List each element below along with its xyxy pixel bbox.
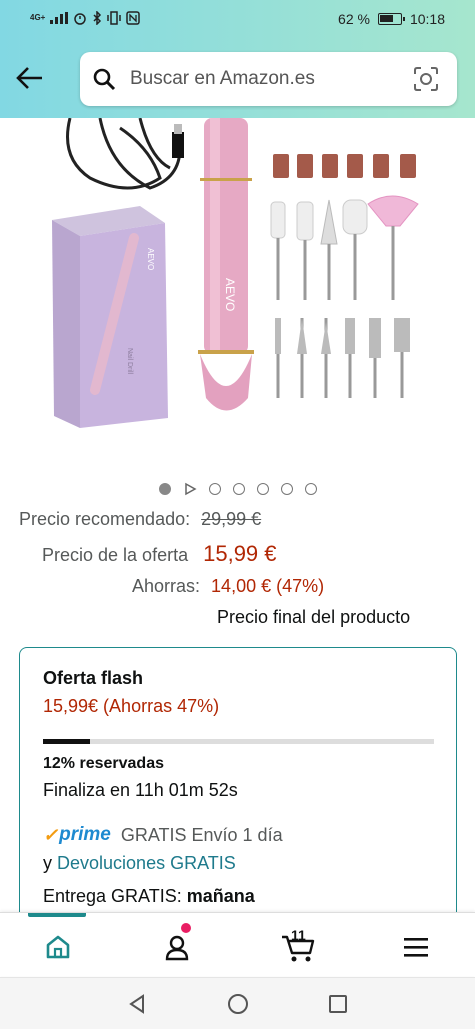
deal-price-label: Precio de la oferta <box>42 545 189 565</box>
image-carousel-dots[interactable] <box>0 480 475 498</box>
flash-deal-title: Oferta flash <box>43 668 144 688</box>
carousel-dot-7[interactable] <box>304 483 317 495</box>
arrow-left-icon[interactable] <box>14 62 46 94</box>
final-price-note: Precio final del producto <box>217 607 411 627</box>
system-back-icon[interactable] <box>125 992 149 1016</box>
signal-icon <box>50 12 69 24</box>
deal-price-row: Precio de la oferta 15,99 € <box>42 541 277 567</box>
system-home-icon[interactable] <box>226 992 250 1016</box>
nav-account[interactable] <box>157 923 197 965</box>
free-returns-link[interactable]: Devoluciones GRATIS <box>57 853 236 873</box>
deal-price: 15,99 € <box>203 541 277 566</box>
nav-menu[interactable] <box>396 929 436 965</box>
status-bar: 4G+ 62 % 10:18 <box>0 0 475 38</box>
vibrate-icon <box>107 11 122 25</box>
nfc-icon <box>126 11 141 25</box>
pen-brand: AEVO <box>223 278 237 311</box>
bluetooth-icon <box>93 11 102 25</box>
list-price: 29,99 € <box>201 509 262 529</box>
battery-percent: 62 % <box>338 11 370 27</box>
system-nav-bar <box>0 977 475 1029</box>
carousel-dot-6[interactable] <box>280 483 293 495</box>
system-recents-icon[interactable] <box>326 992 350 1016</box>
nav-home[interactable] <box>38 929 78 965</box>
prime-shipping: ✓ prime GRATIS Envío 1 día <box>43 824 283 846</box>
search-bar[interactable]: Buscar en Amazon.es <box>80 52 457 106</box>
carousel-dot-4[interactable] <box>232 483 245 495</box>
top-header: 4G+ 62 % 10:18 Buscar en Amazon.es <box>0 0 475 118</box>
claimed-progress-bar <box>43 739 434 744</box>
delivery-prefix: Entrega GRATIS: <box>43 886 182 906</box>
box-label: Nail Drill <box>126 348 133 375</box>
flash-deal-price: 15,99€ (Ahorras 47%) <box>43 696 220 716</box>
camera-scan-icon[interactable] <box>413 66 439 92</box>
flash-deal-card: Oferta flash 15,99€ (Ahorras 47%) 12% re… <box>19 647 457 937</box>
box-brand: AEVO <box>146 248 155 270</box>
savings-row: Ahorras: 14,00 € (47%) <box>132 576 324 597</box>
list-price-label: Precio recomendado: <box>19 509 191 529</box>
video-play-icon[interactable] <box>183 482 197 496</box>
savings-value: 14,00 € (47%) <box>211 576 325 596</box>
nail-drill-kit-image: AEVO Nail Drill AEVO <box>52 118 419 428</box>
search-icon <box>93 68 116 91</box>
network-type: 4G+ <box>30 13 46 22</box>
delivery-day: mañana <box>186 886 255 906</box>
reserved-percent: 12% reservadas <box>43 755 164 772</box>
search-input[interactable]: Buscar en Amazon.es <box>130 68 315 90</box>
carousel-dot-5[interactable] <box>256 483 269 495</box>
product-image[interactable]: AEVO Nail Drill AEVO <box>0 118 475 470</box>
savings-label: Ahorras: <box>132 576 201 596</box>
bottom-nav: 11 <box>0 912 475 976</box>
returns-prefix: y <box>43 853 52 873</box>
menu-icon <box>404 938 428 957</box>
home-icon <box>46 935 70 959</box>
carousel-dot-3[interactable] <box>208 483 221 495</box>
notification-dot <box>181 923 191 933</box>
prime-logo: ✓ prime <box>43 824 111 845</box>
delivery-row: Entrega GRATIS: mañana <box>43 886 255 907</box>
carousel-dot-1[interactable] <box>158 483 171 495</box>
active-tab-indicator <box>28 913 86 917</box>
nav-cart[interactable]: 11 <box>278 927 318 965</box>
cart-count: 11 <box>291 927 306 943</box>
checkmark-icon: ✓ <box>43 824 59 845</box>
claimed-progress-fill <box>43 739 90 744</box>
account-icon <box>165 935 189 961</box>
returns-row: y Devoluciones GRATIS <box>43 853 236 874</box>
alarm-icon <box>74 13 87 25</box>
list-price-row: Precio recomendado: 29,99 € <box>19 509 261 530</box>
deal-countdown: Finaliza en 11h 01m 52s <box>43 780 238 800</box>
clock: 10:18 <box>409 11 445 27</box>
prime-shipping-text: GRATIS Envío 1 día <box>120 824 283 845</box>
battery-icon <box>377 13 405 25</box>
